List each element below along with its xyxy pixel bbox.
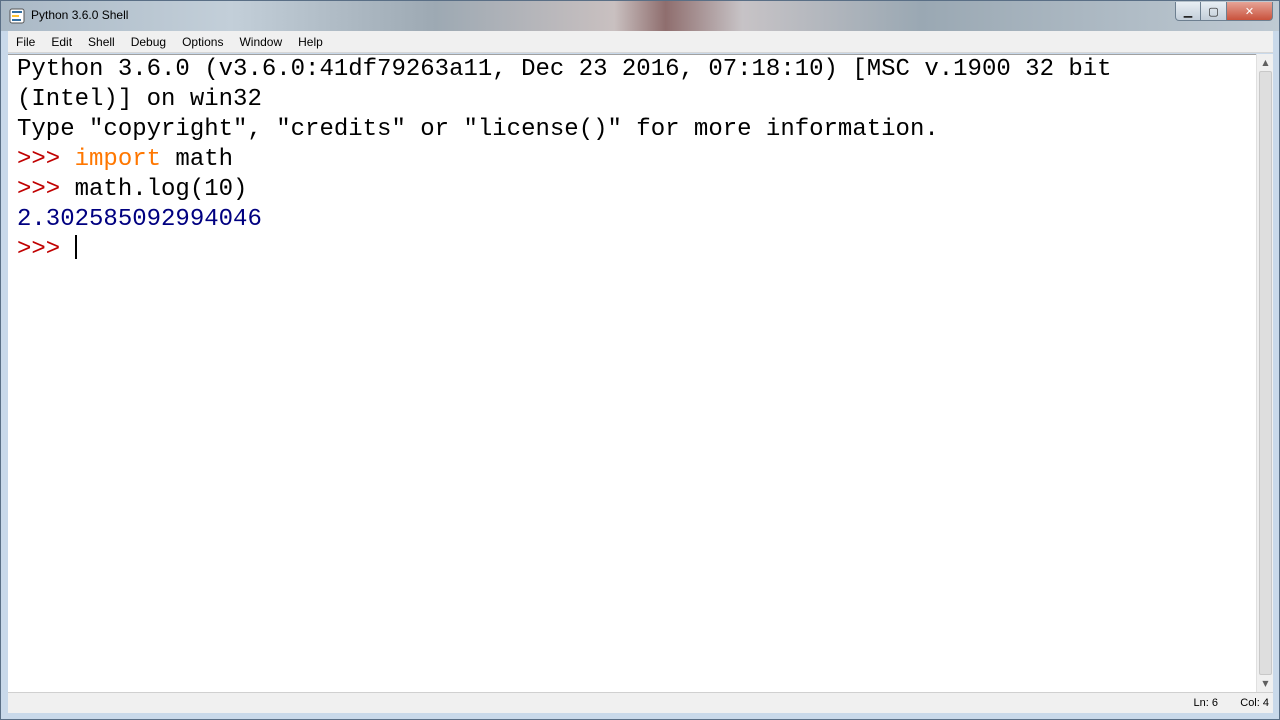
window-controls: ▁ ▢ ✕ <box>1175 2 1273 22</box>
menu-help[interactable]: Help <box>290 31 331 53</box>
menu-file[interactable]: File <box>8 31 43 53</box>
output-line: 2.302585092994046 <box>17 206 262 233</box>
maximize-icon: ▢ <box>1208 4 1219 18</box>
window-title: Python 3.6.0 Shell <box>31 8 129 22</box>
banner-line-3: Type "copyright", "credits" or "license(… <box>17 116 939 143</box>
shell-prompt: >>> <box>17 176 75 203</box>
input-line-1: >>> import math <box>17 145 233 175</box>
close-button[interactable]: ✕ <box>1227 2 1273 21</box>
maximize-button[interactable]: ▢ <box>1201 2 1227 21</box>
input-line-2: >>> math.log(10) <box>17 175 247 205</box>
menu-options[interactable]: Options <box>174 31 231 53</box>
command-text: math <box>161 146 234 173</box>
close-icon: ✕ <box>1244 4 1255 18</box>
line-number-status: Ln: 6 <box>1193 697 1218 709</box>
status-bar: Ln: 6 Col: 4 <box>8 692 1273 713</box>
minimize-button[interactable]: ▁ <box>1175 2 1201 21</box>
text-cursor <box>74 235 77 259</box>
shell-text-area[interactable]: Python 3.6.0 (v3.6.0:41df79263a11, Dec 2… <box>8 54 1256 692</box>
menu-edit[interactable]: Edit <box>43 31 80 53</box>
menu-debug[interactable]: Debug <box>123 31 174 53</box>
scroll-up-icon[interactable]: ▲ <box>1257 54 1274 71</box>
python-app-icon <box>9 8 25 24</box>
minimize-icon: ▁ <box>1183 4 1193 18</box>
active-input-line[interactable]: >>> <box>17 235 77 265</box>
scrollbar-thumb[interactable] <box>1259 71 1272 675</box>
shell-prompt: >>> <box>17 146 75 173</box>
banner-line-2: (Intel)] on win32 <box>17 86 262 113</box>
menu-bar: File Edit Shell Debug Options Window Hel… <box>8 31 1273 53</box>
title-bar[interactable]: Python 3.6.0 Shell ▁ ▢ ✕ <box>1 1 1279 31</box>
shell-prompt: >>> <box>17 236 75 263</box>
menu-window[interactable]: Window <box>231 31 290 53</box>
command-text: math.log(10) <box>74 176 248 203</box>
vertical-scrollbar[interactable]: ▲ ▼ <box>1256 54 1273 692</box>
keyword-import: import <box>74 146 162 173</box>
scroll-down-icon[interactable]: ▼ <box>1257 675 1274 692</box>
idle-shell-window: Python 3.6.0 Shell ▁ ▢ ✕ File Edit Shell… <box>0 0 1280 720</box>
menu-shell[interactable]: Shell <box>80 31 123 53</box>
column-number-status: Col: 4 <box>1240 697 1269 709</box>
banner-line-1: Python 3.6.0 (v3.6.0:41df79263a11, Dec 2… <box>17 56 1112 83</box>
